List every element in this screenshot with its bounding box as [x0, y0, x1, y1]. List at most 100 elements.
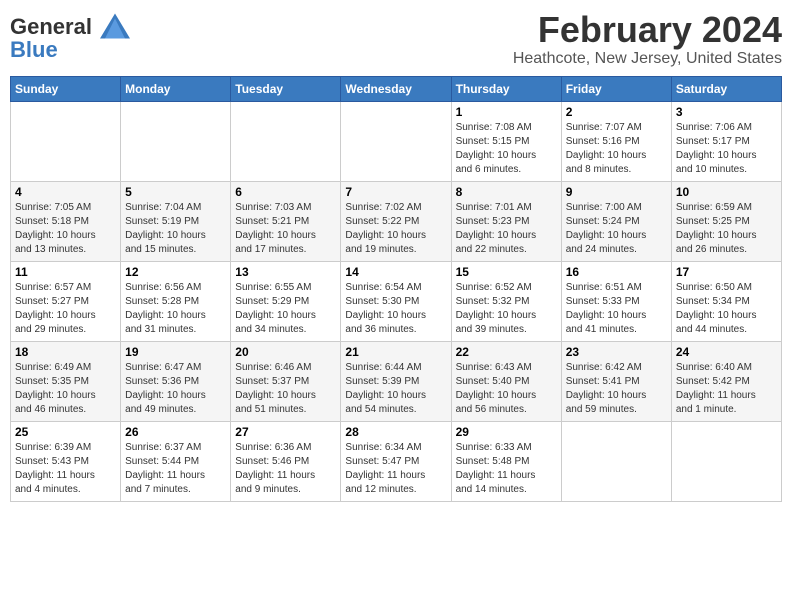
- calendar-week-row: 18 Sunrise: 6:49 AMSunset: 5:35 PMDayligh…: [11, 341, 782, 421]
- day-number: 3: [676, 105, 777, 119]
- calendar-cell: 8 Sunrise: 7:01 AMSunset: 5:23 PMDaylight…: [451, 181, 561, 261]
- day-info: Sunrise: 7:00 AMSunset: 5:24 PMDaylight:…: [566, 201, 667, 257]
- day-number: 4: [15, 185, 116, 199]
- day-info: Sunrise: 6:47 AMSunset: 5:36 PMDaylight:…: [125, 361, 226, 417]
- day-number: 26: [125, 425, 226, 439]
- calendar-week-row: 25Sunrise: 6:39 AMSunset: 5:43 PMDayligh…: [11, 421, 782, 501]
- day-info: Sunrise: 7:01 AMSunset: 5:23 PMDaylight:…: [456, 201, 557, 257]
- day-number: 11: [15, 265, 116, 279]
- day-info: Sunrise: 6:40 AMSunset: 5:42 PMDaylight:…: [676, 361, 777, 417]
- calendar-cell: 7 Sunrise: 7:02 AMSunset: 5:22 PMDaylight…: [341, 181, 451, 261]
- day-number: 16: [566, 265, 667, 279]
- calendar-cell: 11Sunrise: 6:57 AMSunset: 5:27 PMDayligh…: [11, 261, 121, 341]
- day-info: Sunrise: 7:08 AMSunset: 5:15 PMDaylight:…: [456, 121, 557, 177]
- day-number: 23: [566, 345, 667, 359]
- day-info: Sunrise: 7:06 AMSunset: 5:17 PMDaylight:…: [676, 121, 777, 177]
- calendar-cell: 10Sunrise: 6:59 AMSunset: 5:25 PMDayligh…: [671, 181, 781, 261]
- day-number: 5: [125, 185, 226, 199]
- day-number: 19: [125, 345, 226, 359]
- day-info: Sunrise: 6:55 AMSunset: 5:29 PMDaylight:…: [235, 281, 336, 337]
- day-number: 2: [566, 105, 667, 119]
- day-info: Sunrise: 6:34 AMSunset: 5:47 PMDaylight:…: [345, 441, 446, 497]
- calendar-cell: 20Sunrise: 6:46 AMSunset: 5:37 PMDayligh…: [231, 341, 341, 421]
- calendar-cell: [121, 101, 231, 181]
- day-number: 24: [676, 345, 777, 359]
- weekday-header-row: SundayMondayTuesdayWednesdayThursdayFrid…: [11, 76, 782, 101]
- day-number: 28: [345, 425, 446, 439]
- page-header: General Blue February 2024 Heathcote, Ne…: [10, 10, 782, 68]
- day-info: Sunrise: 6:51 AMSunset: 5:33 PMDaylight:…: [566, 281, 667, 337]
- day-info: Sunrise: 6:33 AMSunset: 5:48 PMDaylight:…: [456, 441, 557, 497]
- calendar-cell: [561, 421, 671, 501]
- day-number: 1: [456, 105, 557, 119]
- calendar-cell: [11, 101, 121, 181]
- calendar-table: SundayMondayTuesdayWednesdayThursdayFrid…: [10, 76, 782, 502]
- calendar-cell: 29 Sunrise: 6:33 AMSunset: 5:48 PMDayligh…: [451, 421, 561, 501]
- weekday-header-wednesday: Wednesday: [341, 76, 451, 101]
- day-number: 25: [15, 425, 116, 439]
- day-number: 9: [566, 185, 667, 199]
- day-info: Sunrise: 7:07 AMSunset: 5:16 PMDaylight:…: [566, 121, 667, 177]
- calendar-cell: 27 Sunrise: 6:36 AMSunset: 5:46 PMDayligh…: [231, 421, 341, 501]
- day-number: 21: [345, 345, 446, 359]
- day-info: Sunrise: 6:42 AMSunset: 5:41 PMDaylight:…: [566, 361, 667, 417]
- calendar-header: SundayMondayTuesdayWednesdayThursdayFrid…: [11, 76, 782, 101]
- calendar-cell: [341, 101, 451, 181]
- day-info: Sunrise: 6:56 AMSunset: 5:28 PMDaylight:…: [125, 281, 226, 337]
- calendar-subtitle: Heathcote, New Jersey, United States: [513, 50, 782, 68]
- calendar-cell: 2 Sunrise: 7:07 AMSunset: 5:16 PMDaylight…: [561, 101, 671, 181]
- day-number: 20: [235, 345, 336, 359]
- day-number: 29: [456, 425, 557, 439]
- day-info: Sunrise: 7:05 AMSunset: 5:18 PMDaylight:…: [15, 201, 116, 257]
- day-info: Sunrise: 6:43 AMSunset: 5:40 PMDaylight:…: [456, 361, 557, 417]
- calendar-cell: 6 Sunrise: 7:03 AMSunset: 5:21 PMDaylight…: [231, 181, 341, 261]
- day-info: Sunrise: 6:50 AMSunset: 5:34 PMDaylight:…: [676, 281, 777, 337]
- weekday-header-thursday: Thursday: [451, 76, 561, 101]
- day-number: 8: [456, 185, 557, 199]
- weekday-header-sunday: Sunday: [11, 76, 121, 101]
- calendar-cell: 24 Sunrise: 6:40 AMSunset: 5:42 PMDayligh…: [671, 341, 781, 421]
- calendar-cell: 9 Sunrise: 7:00 AMSunset: 5:24 PMDaylight…: [561, 181, 671, 261]
- calendar-week-row: 1 Sunrise: 7:08 AMSunset: 5:15 PMDaylight…: [11, 101, 782, 181]
- day-number: 13: [235, 265, 336, 279]
- logo: General Blue: [10, 10, 130, 63]
- calendar-cell: 23 Sunrise: 6:42 AMSunset: 5:41 PMDayligh…: [561, 341, 671, 421]
- day-info: Sunrise: 7:03 AMSunset: 5:21 PMDaylight:…: [235, 201, 336, 257]
- day-number: 18: [15, 345, 116, 359]
- day-info: Sunrise: 6:54 AMSunset: 5:30 PMDaylight:…: [345, 281, 446, 337]
- day-number: 6: [235, 185, 336, 199]
- calendar-cell: 18 Sunrise: 6:49 AMSunset: 5:35 PMDayligh…: [11, 341, 121, 421]
- calendar-title-area: February 2024 Heathcote, New Jersey, Uni…: [513, 10, 782, 68]
- day-number: 17: [676, 265, 777, 279]
- day-info: Sunrise: 6:49 AMSunset: 5:35 PMDaylight:…: [15, 361, 116, 417]
- calendar-cell: 4 Sunrise: 7:05 AMSunset: 5:18 PMDaylight…: [11, 181, 121, 261]
- calendar-week-row: 11Sunrise: 6:57 AMSunset: 5:27 PMDayligh…: [11, 261, 782, 341]
- calendar-cell: 19 Sunrise: 6:47 AMSunset: 5:36 PMDayligh…: [121, 341, 231, 421]
- calendar-cell: 1 Sunrise: 7:08 AMSunset: 5:15 PMDaylight…: [451, 101, 561, 181]
- weekday-header-tuesday: Tuesday: [231, 76, 341, 101]
- weekday-header-saturday: Saturday: [671, 76, 781, 101]
- day-number: 15: [456, 265, 557, 279]
- calendar-body: 1 Sunrise: 7:08 AMSunset: 5:15 PMDaylight…: [11, 101, 782, 501]
- calendar-cell: [671, 421, 781, 501]
- day-number: 7: [345, 185, 446, 199]
- day-number: 14: [345, 265, 446, 279]
- calendar-cell: 3 Sunrise: 7:06 AMSunset: 5:17 PMDaylight…: [671, 101, 781, 181]
- calendar-cell: 17 Sunrise: 6:50 AMSunset: 5:34 PMDayligh…: [671, 261, 781, 341]
- day-info: Sunrise: 7:02 AMSunset: 5:22 PMDaylight:…: [345, 201, 446, 257]
- day-info: Sunrise: 6:44 AMSunset: 5:39 PMDaylight:…: [345, 361, 446, 417]
- calendar-cell: 12 Sunrise: 6:56 AMSunset: 5:28 PMDayligh…: [121, 261, 231, 341]
- calendar-cell: 13 Sunrise: 6:55 AMSunset: 5:29 PMDayligh…: [231, 261, 341, 341]
- calendar-main-title: February 2024: [513, 10, 782, 50]
- day-number: 12: [125, 265, 226, 279]
- calendar-cell: 15Sunrise: 6:52 AMSunset: 5:32 PMDayligh…: [451, 261, 561, 341]
- calendar-cell: 5Sunrise: 7:04 AMSunset: 5:19 PMDaylight…: [121, 181, 231, 261]
- calendar-cell: 14 Sunrise: 6:54 AMSunset: 5:30 PMDayligh…: [341, 261, 451, 341]
- calendar-cell: 21 Sunrise: 6:44 AMSunset: 5:39 PMDayligh…: [341, 341, 451, 421]
- day-info: Sunrise: 6:36 AMSunset: 5:46 PMDaylight:…: [235, 441, 336, 497]
- day-number: 27: [235, 425, 336, 439]
- day-info: Sunrise: 6:37 AMSunset: 5:44 PMDaylight:…: [125, 441, 226, 497]
- calendar-cell: 25Sunrise: 6:39 AMSunset: 5:43 PMDayligh…: [11, 421, 121, 501]
- weekday-header-monday: Monday: [121, 76, 231, 101]
- day-number: 22: [456, 345, 557, 359]
